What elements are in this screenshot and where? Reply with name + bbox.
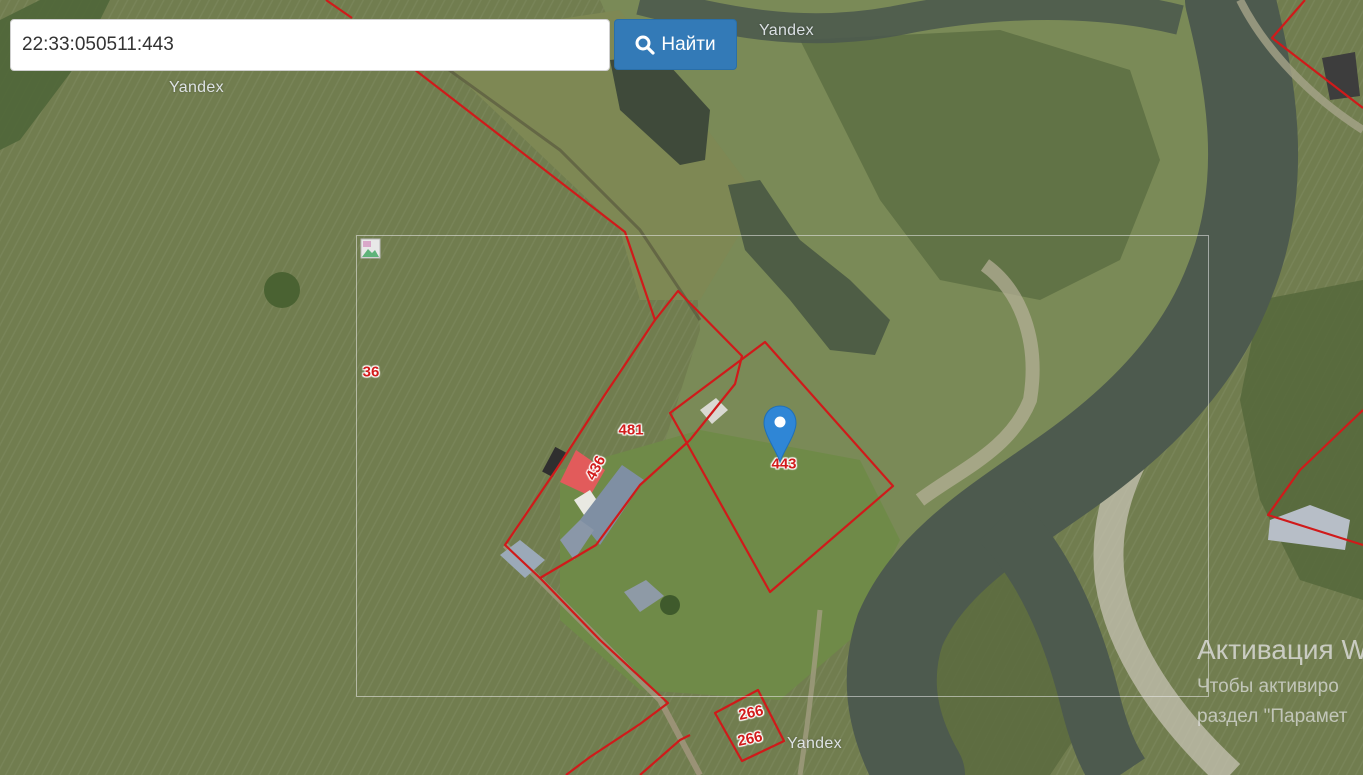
parcel-label[interactable]: 36 — [363, 365, 380, 380]
search-button-label: Найти — [661, 33, 716, 55]
yandex-watermark: Yandex — [759, 22, 814, 39]
windows-activation-title: Активация W — [1197, 634, 1363, 665]
windows-activation-text: раздел "Парамет — [1197, 706, 1348, 727]
tree — [264, 272, 300, 308]
yandex-watermark: Yandex — [169, 79, 224, 96]
broken-image-icon — [360, 238, 381, 259]
yandex-watermark: Yandex — [787, 735, 842, 752]
windows-activation-text: Чтобы активиро — [1197, 676, 1339, 697]
search-button[interactable]: Найти — [614, 19, 737, 70]
parcel-label[interactable]: 481 — [618, 423, 643, 438]
map-marker-icon[interactable] — [762, 404, 798, 464]
search-icon — [635, 35, 655, 55]
cadastral-search-input[interactable] — [10, 19, 610, 71]
